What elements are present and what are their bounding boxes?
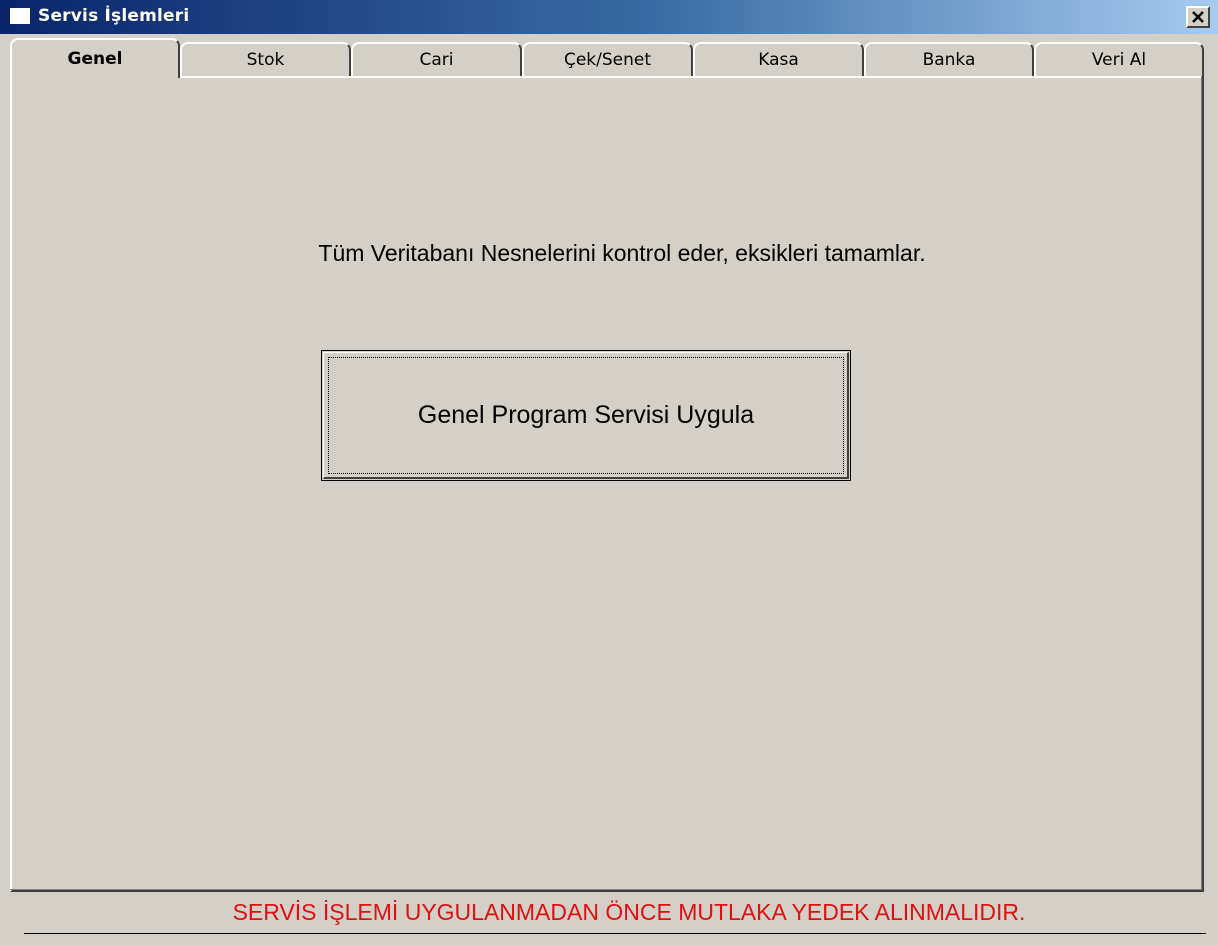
- window-title: Servis İşlemleri: [38, 6, 190, 26]
- tab-label: Kasa: [758, 50, 799, 70]
- tab-cek-senet[interactable]: Çek/Senet: [522, 42, 693, 76]
- tab-label: Genel: [67, 49, 123, 69]
- tab-label: Banka: [922, 50, 976, 70]
- tab-label: Stok: [246, 50, 285, 70]
- tab-stok[interactable]: Stok: [180, 42, 351, 76]
- tab-banka[interactable]: Banka: [864, 42, 1034, 76]
- tab-cari[interactable]: Cari: [351, 42, 522, 76]
- tab-label: Çek/Senet: [563, 50, 652, 70]
- window-icon: [10, 8, 30, 24]
- tab-kasa[interactable]: Kasa: [693, 42, 864, 76]
- tab-label: Cari: [419, 50, 454, 70]
- backup-warning: SERVİS İŞLEMİ UYGULANMADAN ÖNCE MUTLAKA …: [232, 899, 1026, 925]
- tab-strip: Genel Stok Cari Çek/Senet Kasa Banka Ver…: [10, 38, 1204, 78]
- apply-service-button-label: Genel Program Servisi Uygula: [328, 357, 844, 474]
- tab-genel[interactable]: Genel: [10, 38, 180, 78]
- panel-shadow: [10, 76, 1202, 890]
- tab-label: Veri Al: [1091, 50, 1147, 70]
- title-bar: Servis İşlemleri: [0, 0, 1218, 34]
- description-text: Tüm Veritabanı Nesnelerini kontrol eder,…: [318, 240, 926, 266]
- close-button[interactable]: [1186, 6, 1210, 28]
- tab-veri-al[interactable]: Veri Al: [1034, 42, 1204, 76]
- close-icon: [1192, 11, 1204, 23]
- apply-service-button[interactable]: Genel Program Servisi Uygula: [321, 350, 851, 481]
- status-divider: [24, 933, 1206, 934]
